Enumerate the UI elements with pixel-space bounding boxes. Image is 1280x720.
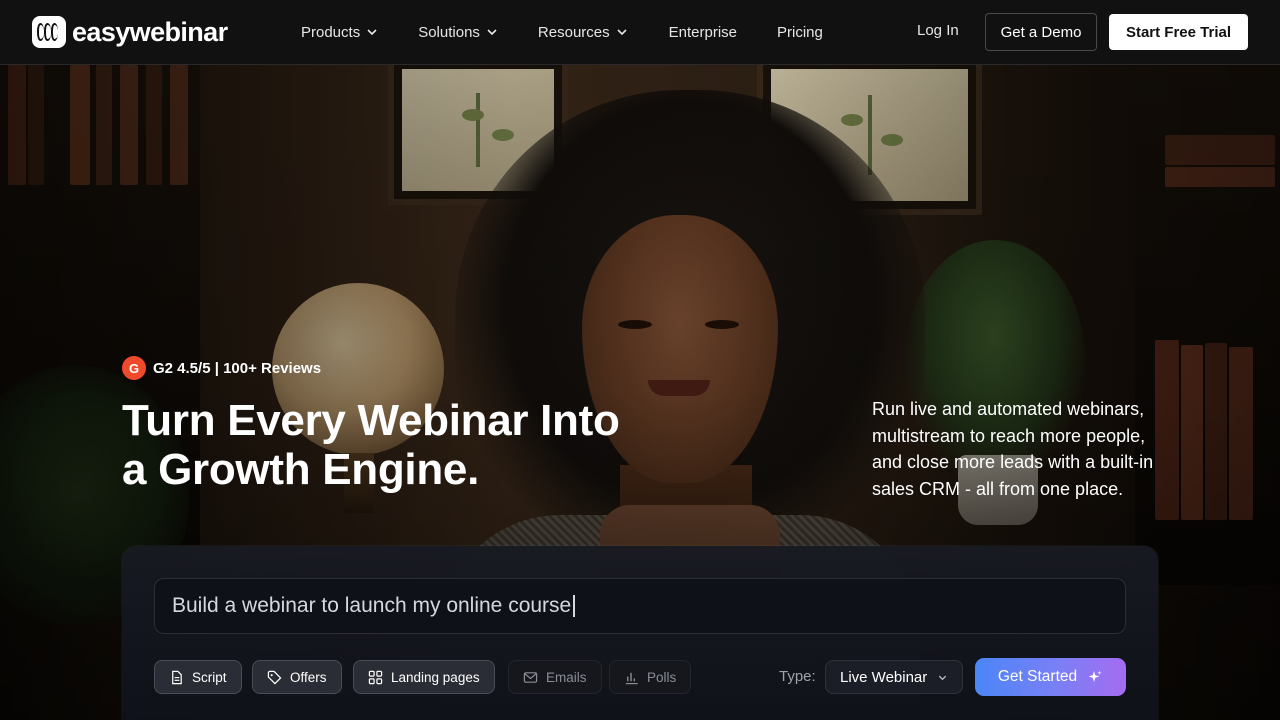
login-link[interactable]: Log In <box>917 22 959 39</box>
g2-rating: G G2 4.5/5 | 100+ Reviews <box>122 356 321 380</box>
get-started-label: Get Started <box>997 668 1078 685</box>
nav-item-resources[interactable]: Resources <box>538 24 628 41</box>
chevron-down-icon <box>938 675 947 681</box>
mail-icon <box>523 671 538 683</box>
webinar-type-value: Live Webinar <box>840 668 928 686</box>
sparkle-icon <box>1088 670 1102 682</box>
document-icon <box>172 670 182 684</box>
chip-label: Script <box>192 669 227 685</box>
start-trial-button[interactable]: Start Free Trial <box>1109 14 1248 50</box>
text-cursor <box>573 595 575 617</box>
headline-line-2: a Growth Engine. <box>122 445 479 494</box>
chip-polls[interactable]: Polls <box>609 660 692 694</box>
chip-script[interactable]: Script <box>154 660 242 694</box>
nav-item-label: Pricing <box>777 23 823 41</box>
brand-name: easywebinar <box>72 16 228 47</box>
get-started-button[interactable]: Get Started <box>975 658 1126 696</box>
hero-headline: Turn Every Webinar Into a Growth Engine. <box>122 396 682 494</box>
type-label: Type: <box>779 668 816 685</box>
chevron-down-icon <box>367 29 377 36</box>
chip-label: Offers <box>290 669 327 685</box>
bar-chart-icon <box>625 672 638 684</box>
prompt-input[interactable]: Build a webinar to launch my online cour… <box>154 578 1126 634</box>
nav-item-solutions[interactable]: Solutions <box>418 24 498 41</box>
nav-item-enterprise[interactable]: Enterprise <box>669 24 737 41</box>
rating-text: G2 4.5/5 | 100+ Reviews <box>153 359 322 377</box>
tag-icon <box>267 670 282 684</box>
headline-line-1: Turn Every Webinar Into <box>122 396 620 445</box>
nav-item-pricing[interactable]: Pricing <box>777 24 823 41</box>
nav-item-label: Enterprise <box>668 23 737 41</box>
nav-item-label: Solutions <box>418 23 480 41</box>
chevron-down-icon <box>617 29 627 36</box>
brand-logo[interactable]: easywebinar <box>32 16 228 48</box>
webinar-builder-panel: Build a webinar to launch my online cour… <box>122 546 1158 720</box>
nav-item-label: Products <box>301 23 361 41</box>
prompt-input-value: Build a webinar to launch my online cour… <box>172 594 572 617</box>
g2-logo-icon: G <box>122 356 146 380</box>
chevron-down-icon <box>487 29 497 36</box>
hero-subcopy: Run live and automated webinars, multist… <box>872 399 1154 499</box>
chip-offers[interactable]: Offers <box>252 660 342 694</box>
chip-landing-pages[interactable]: Landing pages <box>353 660 495 694</box>
logo-mark-icon <box>32 16 66 48</box>
top-nav: easywebinar Products Solutions Resources… <box>0 0 1280 65</box>
main-menu: Products Solutions Resources Enterprise … <box>301 0 823 64</box>
nav-item-label: Resources <box>537 23 610 41</box>
nav-item-products[interactable]: Products <box>301 24 378 41</box>
chip-label: Emails <box>546 669 587 685</box>
chip-label: Landing pages <box>391 669 480 685</box>
chip-emails[interactable]: Emails <box>508 660 602 694</box>
grid-icon <box>368 670 383 684</box>
get-demo-button[interactable]: Get a Demo <box>985 13 1097 51</box>
chip-label: Polls <box>647 669 677 685</box>
webinar-type-select[interactable]: Live Webinar <box>825 660 963 694</box>
